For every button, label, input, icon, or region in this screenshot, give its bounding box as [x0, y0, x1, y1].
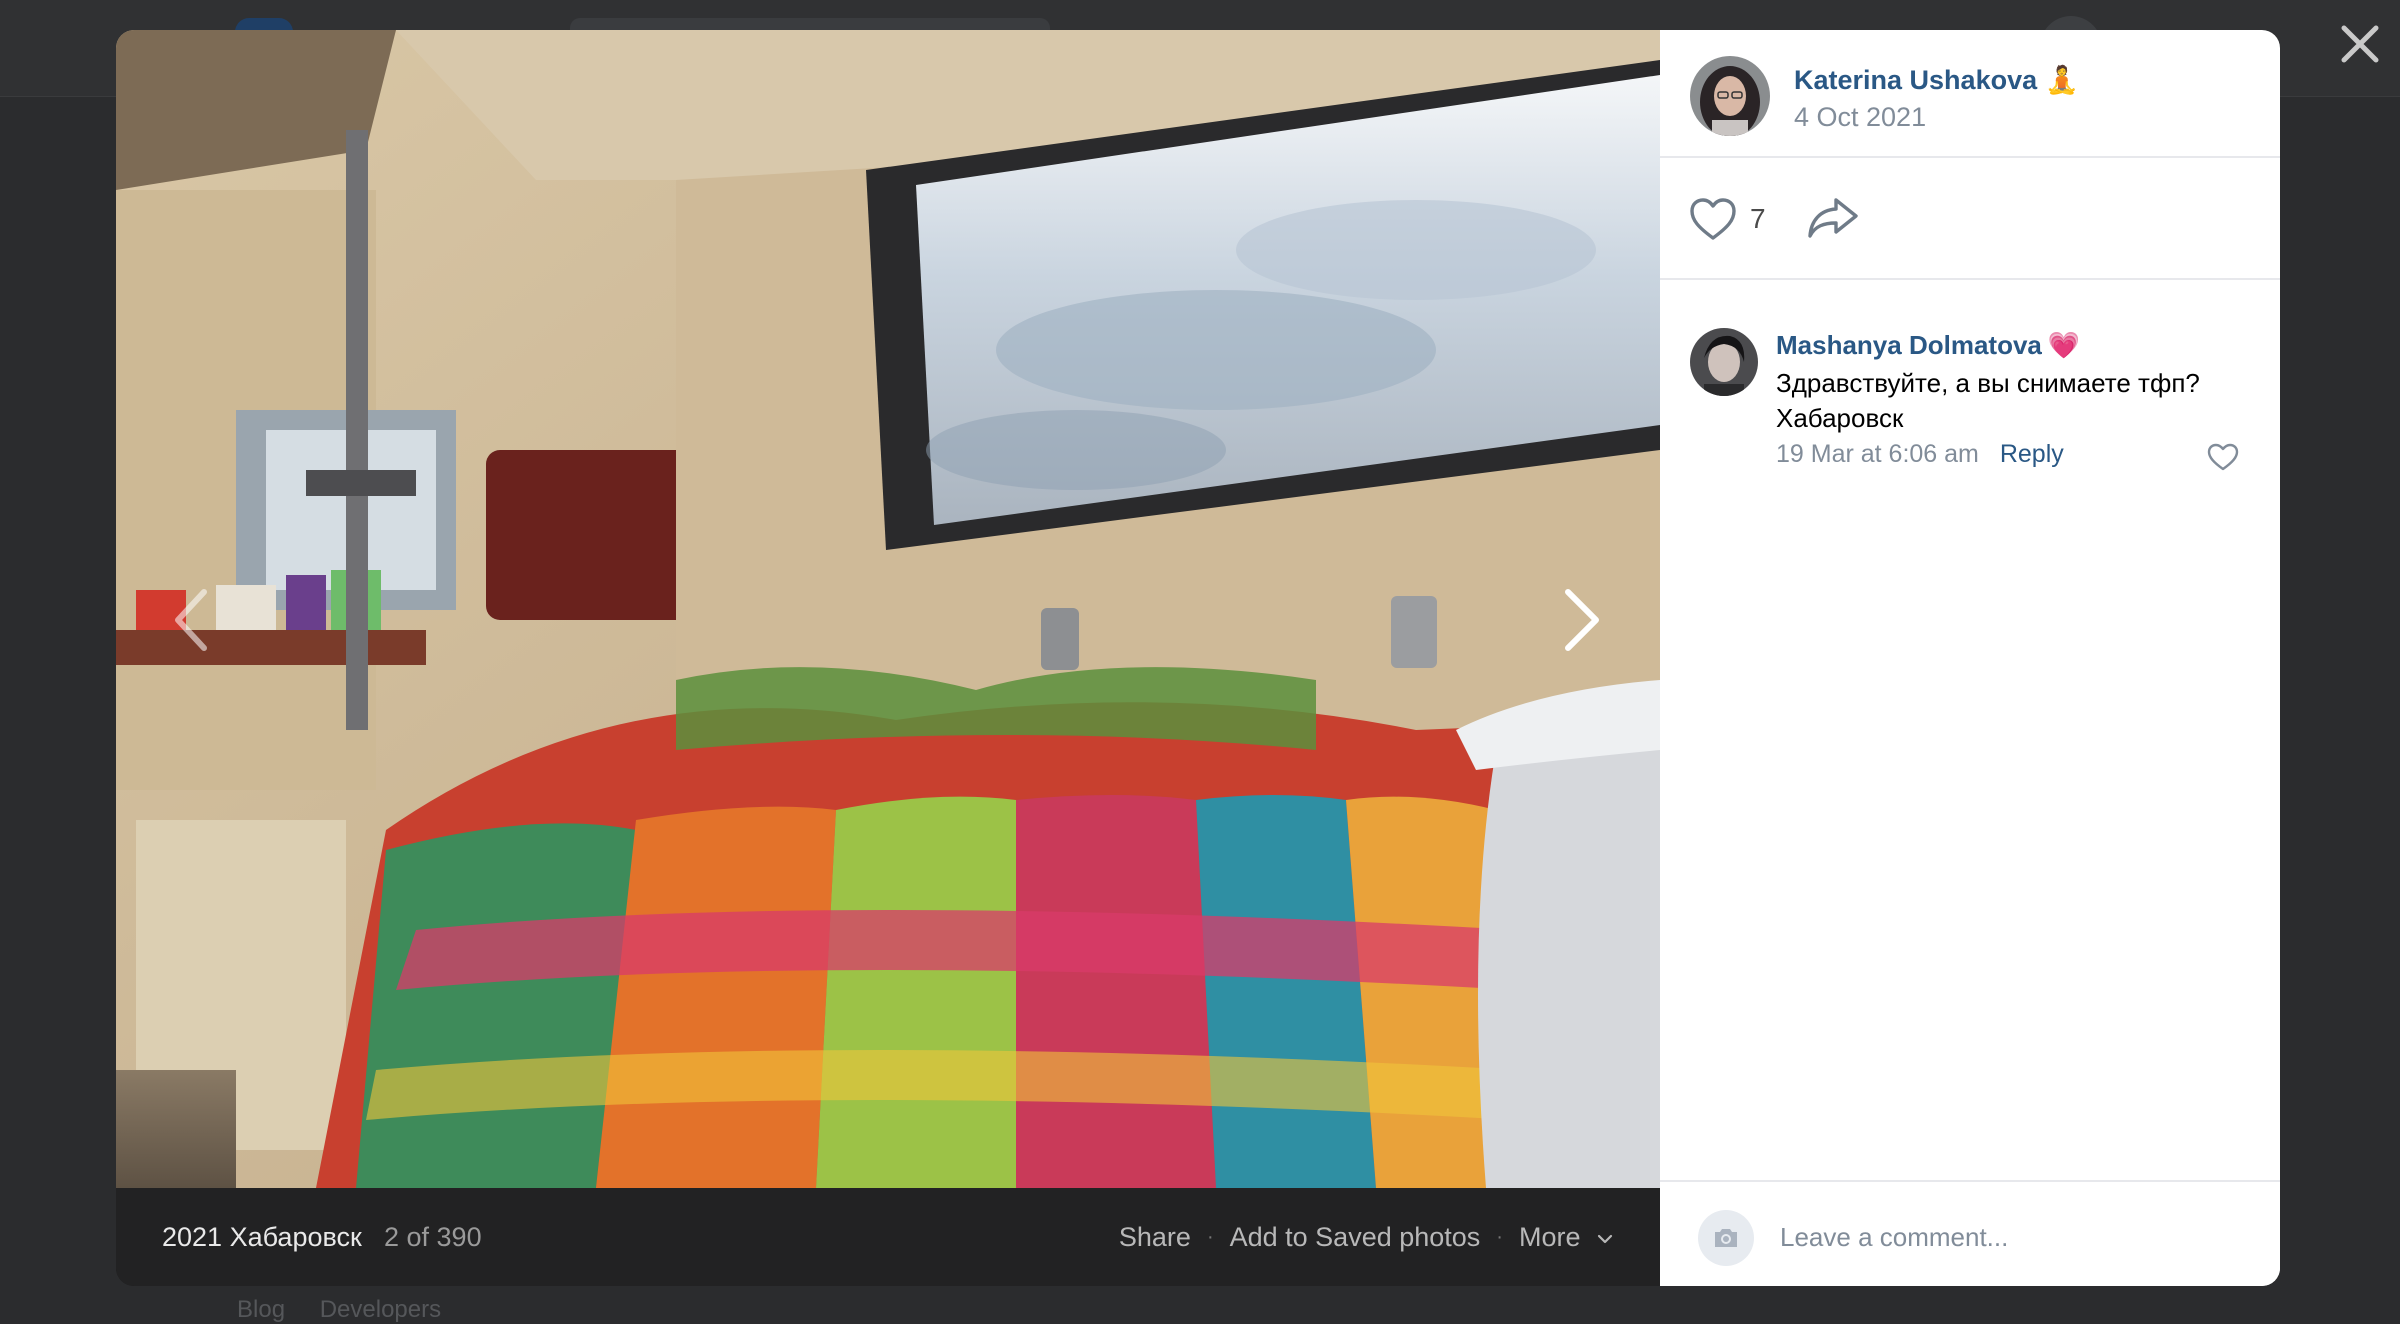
heart-icon [2207, 443, 2239, 471]
chevron-down-icon [1597, 1234, 1613, 1243]
train-compartment-photo [116, 30, 1660, 1188]
album-title-link[interactable]: 2021 Хабаровск [162, 1222, 362, 1253]
comment-meta: 19 Mar at 6:06 am Reply [1776, 440, 2064, 469]
close-icon [2341, 25, 2379, 63]
commenter-avatar[interactable] [1690, 328, 1758, 396]
post-header: Katerina Ushakova 🧘 4 Oct 2021 [1660, 30, 2280, 158]
next-photo-button[interactable] [1540, 570, 1620, 670]
background-footer: Blog Developers [237, 1296, 469, 1324]
commenter-name-link[interactable]: Mashanya Dolmatova 💗 [1776, 330, 2080, 361]
footer-link-developers: Developers [319, 1296, 442, 1323]
author-avatar[interactable] [1690, 56, 1770, 136]
author-emoji: 🧘 [2045, 65, 2079, 95]
footer-link-blog: Blog [237, 1296, 286, 1323]
add-to-saved-link[interactable]: Add to Saved photos [1230, 1222, 1481, 1253]
comment-like-button[interactable] [2206, 442, 2240, 472]
photo-actions: Share · Add to Saved photos · More [1119, 1222, 1614, 1253]
more-label: More [1518, 1222, 1581, 1252]
commenter-name: Mashanya Dolmatova [1776, 330, 2042, 360]
author-avatar-image [1690, 56, 1770, 136]
close-viewer-button[interactable] [2330, 14, 2390, 74]
share-button[interactable] [1806, 194, 1860, 240]
camera-icon [1715, 1229, 1737, 1247]
chevron-right-icon [1565, 589, 1599, 651]
photo-viewer: 2021 Хабаровск 2 of 390 Share · Add to S… [116, 30, 2280, 1286]
chevron-left-icon [175, 589, 207, 651]
separator-dot: · [1206, 1226, 1214, 1248]
comment-time[interactable]: 19 Mar at 6:06 am [1776, 440, 1979, 468]
attach-photo-button[interactable] [1698, 1210, 1754, 1266]
post-date[interactable]: 4 Oct 2021 [1794, 102, 1926, 133]
previous-photo-button[interactable] [156, 570, 226, 670]
heart-icon [1690, 198, 1736, 240]
author-name: Katerina Ushakova [1794, 65, 2038, 95]
reply-button[interactable]: Reply [2000, 440, 2064, 468]
photo[interactable] [116, 30, 1660, 1188]
commenter-emoji: 💗 [2047, 330, 2081, 360]
share-link[interactable]: Share [1119, 1222, 1191, 1253]
share-arrow-icon [1808, 198, 1858, 238]
commenter-avatar-image [1690, 328, 1758, 396]
comment-text: Здравствуйте, а вы снимаете тфп? Хабаров… [1776, 368, 2200, 433]
photo-info-bar: 2021 Хабаровск 2 of 390 Share · Add to S… [116, 1188, 1660, 1286]
photo-side-panel: Katerina Ushakova 🧘 4 Oct 2021 7 Mashany… [1660, 30, 2280, 1286]
like-count: 7 [1750, 203, 1766, 234]
post-actions: 7 [1660, 158, 2280, 280]
author-name-link[interactable]: Katerina Ushakova 🧘 [1794, 64, 2079, 96]
photo-counter: 2 of 390 [384, 1222, 482, 1252]
comment-input[interactable] [1778, 1208, 2242, 1266]
comment-composer [1660, 1180, 2280, 1286]
separator-dot: · [1496, 1226, 1503, 1248]
more-menu-button[interactable]: More [1519, 1222, 1614, 1253]
like-button[interactable]: 7 [1688, 196, 1766, 242]
